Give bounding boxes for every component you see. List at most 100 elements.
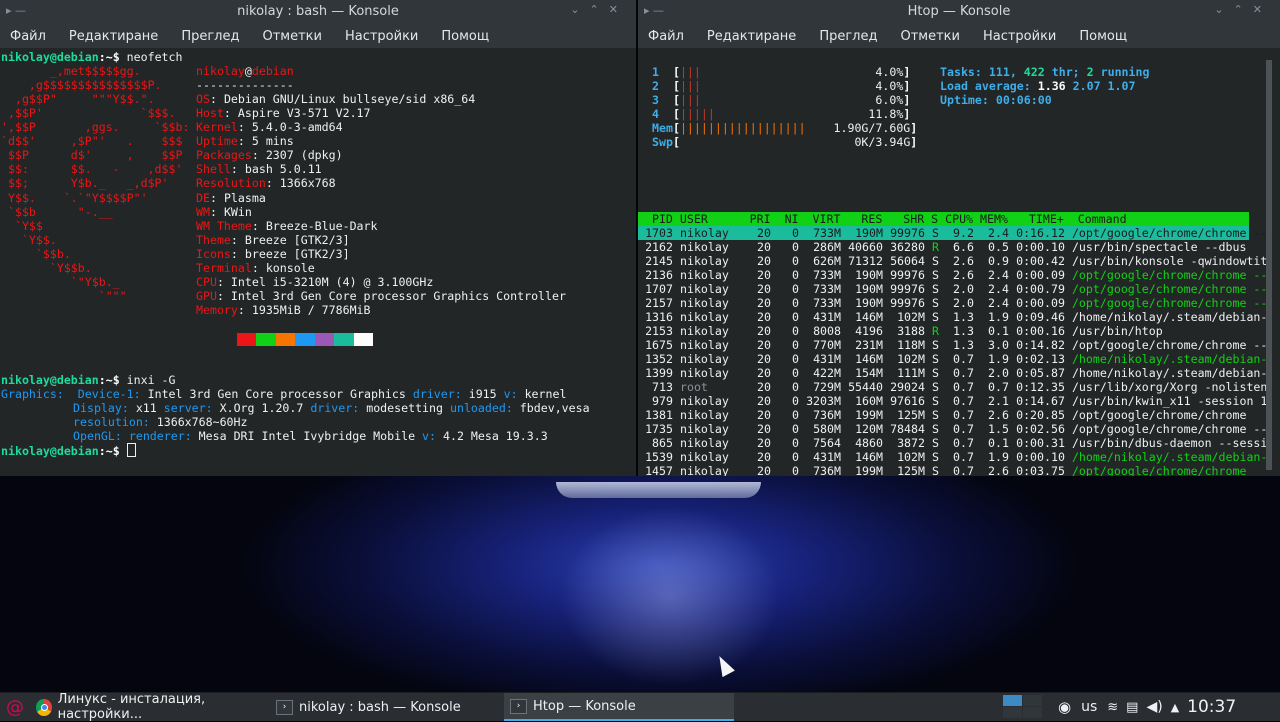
menu-item[interactable]: Настройки (345, 29, 418, 44)
cpu-cell: 0.7 (953, 436, 974, 450)
process-row[interactable]: 1703 nikolay 20 0 733M 190M 99976 S 9.2 2.4 0:16… (638, 226, 1268, 240)
command-cell: /opt/google/chrome/chrome -- (1071, 268, 1268, 282)
menu-item[interactable]: Редактиране (69, 29, 158, 44)
process-row[interactable]: 1539 nikolay 20 0 431M 146M 102M S 0.7 1.9 0:00.… (638, 450, 1268, 464)
process-row[interactable]: 1381 nikolay 20 0 736M 199M 125M S 0.7 2.6 0:20.… (638, 408, 1268, 422)
steam-icon[interactable]: ◉ (1058, 698, 1071, 716)
state-cell: S (931, 422, 939, 436)
expand-tray-icon[interactable]: ▲ (1171, 701, 1179, 714)
ni-cell: 0 (792, 464, 799, 476)
konsole-bash-window[interactable]: ▸ — nikolay : bash — Konsole ⌄⌃✕ Файл Ред… (0, 0, 636, 476)
ni-cell: 0 (792, 310, 799, 324)
inxi-label: Graphics: (1, 387, 64, 402)
digital-clock[interactable]: 10:37 (1187, 697, 1236, 717)
process-row[interactable]: 1707 nikolay 20 0 733M 190M 99976 S 2.0 2.4 0:00… (638, 282, 1268, 296)
task-konsole-bash[interactable]: › nikolay : bash — Konsole (270, 693, 504, 721)
mem-cell: 2.0 (988, 366, 1009, 380)
process-table-header[interactable]: PID USER PRI NI VIRT RES SHR S CPU% MEM%… (638, 212, 1249, 226)
neofetch-line: nikolay@debian (196, 64, 294, 79)
shr-cell: 99976 (890, 282, 925, 296)
cpu-percent: 4.0% (875, 79, 904, 93)
process-row[interactable]: 2136 nikolay 20 0 733M 190M 99976 S 2.6 2.4 0:00… (638, 268, 1268, 282)
window-controls[interactable]: ⌄⌃✕ (570, 3, 628, 16)
virt-cell: 736M (813, 408, 841, 422)
debian-ascii-logo: `d$$' ,$P"' . $$$ (1, 134, 183, 149)
shr-cell: 3872 (897, 436, 925, 450)
process-row[interactable]: 1399 nikolay 20 0 422M 154M 111M S 0.7 2.0 0:05.… (638, 366, 1268, 380)
process-row[interactable]: 713 root 20 0 729M 55440 29024 S 0.7 0.7 0:12.35… (638, 380, 1268, 394)
terminal-output[interactable]: nikolay@debian:~$ neofetch _,met$$$$$gg.… (0, 48, 636, 458)
neofetch-key: DE (196, 190, 210, 205)
color-swatch (256, 333, 276, 346)
pri-cell: 20 (757, 464, 771, 476)
process-row[interactable]: 979 nikolay 20 0 3203M 160M 97616 S 0.7 2.1 0:14… (638, 394, 1268, 408)
ni-cell: 0 (792, 380, 799, 394)
ni-cell: 0 (792, 324, 799, 338)
neofetch-line: Uptime: 5 mins (196, 134, 294, 149)
menu-item[interactable]: Настройки (983, 29, 1056, 44)
process-row[interactable]: 1316 nikolay 20 0 431M 146M 102M S 1.3 1.9 0:09.… (638, 310, 1268, 324)
title-bar[interactable]: ▸ — nikolay : bash — Konsole ⌄⌃✕ (0, 0, 636, 24)
process-row[interactable]: 1735 nikolay 20 0 580M 120M 78484 S 0.7 1.5 0:02… (638, 422, 1268, 436)
menu-item[interactable]: Помощ (1079, 29, 1127, 44)
virt-cell: 8008 (813, 324, 841, 338)
menu-item[interactable]: Преглед (181, 29, 239, 44)
virt-cell: 431M (813, 352, 841, 366)
mem-cell: 2.4 (988, 268, 1009, 282)
debian-ascii-logo: `Y$$ (1, 218, 43, 233)
terminal-line: `$$b "-.__ (1, 205, 113, 219)
menu-item[interactable]: Помощ (441, 29, 489, 44)
process-row[interactable]: 2153 nikolay 20 0 8008 4196 3188 R 1.3 0.1 0:00.… (638, 324, 1268, 338)
user-cell: nikolay (679, 436, 729, 450)
task-chrome[interactable]: Линукс - инсталация, настройки... (30, 692, 274, 722)
process-row[interactable]: 2145 nikolay 20 0 626M 71312 56064 S 2.6 0.9 0:0… (638, 254, 1268, 268)
volume-icon[interactable]: ◀) (1146, 699, 1162, 715)
menu-item[interactable]: Отметки (900, 29, 959, 44)
menu-item[interactable]: Файл (10, 29, 46, 44)
load-15: 1.07 (1107, 79, 1136, 93)
mem-cell: 2.4 (988, 282, 1009, 296)
menu-item[interactable]: Файл (648, 29, 684, 44)
menu-item[interactable]: Отметки (262, 29, 321, 44)
process-row[interactable]: 865 nikolay 20 0 7564 4860 3872 S 0.7 0.1 0:00.3… (638, 436, 1268, 450)
htop-screen[interactable]: PID USER PRI NI VIRT RES SHR S CPU% MEM%… (638, 48, 1280, 476)
load-average: Load average: 1.36 2.07 1.07 (940, 79, 1136, 93)
window-controls[interactable]: ⌄⌃✕ (1214, 3, 1272, 16)
shr-cell: 125M (897, 464, 925, 476)
keyboard-layout-indicator[interactable]: us (1081, 699, 1097, 715)
process-row[interactable]: 2157 nikolay 20 0 733M 190M 99976 S 2.0 2.4 0:00… (638, 296, 1268, 310)
konsole-htop-window[interactable]: ▸ — Htop — Konsole ⌄⌃✕ Файл Редактиране Пр… (638, 0, 1280, 476)
process-row[interactable]: 1352 nikolay 20 0 431M 146M 102M S 0.7 1.9 0:02.… (638, 352, 1268, 366)
title-bar[interactable]: ▸ — Htop — Konsole ⌄⌃✕ (638, 0, 1280, 24)
application-launcher-button[interactable]: @ (6, 693, 24, 721)
virtual-desktop-pager[interactable] (1003, 695, 1043, 719)
inxi-value: Intel 3rd Gen Core processor Graphics (140, 387, 413, 402)
cpu-id: 1 (652, 65, 659, 79)
cpu-bar: ||| (679, 93, 701, 107)
system-tray: ◉ us ≋ ▤ ◀) ▲ 10:37 (1058, 693, 1236, 721)
wifi-icon[interactable]: ≋ (1107, 700, 1118, 715)
terminal-line: _,met$$$$$gg. (1, 64, 141, 78)
neofetch-key: Terminal (196, 260, 252, 275)
process-row[interactable]: 1675 nikolay 20 0 770M 231M 118M S 1.3 3.0 0:14.… (638, 338, 1268, 352)
pri-cell: 20 (757, 226, 771, 240)
running-count: 2 (1086, 65, 1094, 79)
state-cell: S (931, 226, 939, 240)
clipboard-icon[interactable]: ▤ (1126, 700, 1138, 715)
neofetch-line: GPU: Intel 3rd Gen Core processor Graphi… (196, 288, 566, 303)
process-row[interactable]: 2162 nikolay 20 0 286M 40660 36280 R 6.6 0.5 0:0… (638, 240, 1268, 254)
shr-cell: 29024 (890, 380, 925, 394)
process-row[interactable]: 1457 nikolay 20 0 736M 199M 125M S 0.7 2.6 0:03.… (638, 464, 1268, 476)
terminal-line: `d$$' ,$P"' . $$$ (1, 134, 182, 148)
terminal-line: Y$$. `.`"Y$$$$P"' (1, 191, 148, 205)
menu-item[interactable]: Редактиране (707, 29, 796, 44)
neofetch-line: WM Theme: Breeze-Blue-Dark (196, 218, 378, 233)
ni-cell: 0 (792, 436, 799, 450)
pid-cell: 1316 (645, 310, 673, 324)
time-cell: 0:00.16 (1016, 324, 1065, 338)
menu-item[interactable]: Преглед (819, 29, 877, 44)
task-konsole-htop[interactable]: › Htop — Konsole (504, 693, 734, 721)
scrollbar[interactable] (1266, 60, 1272, 470)
load-5: 2.07 (1072, 79, 1101, 93)
shr-cell: 99976 (890, 226, 925, 240)
